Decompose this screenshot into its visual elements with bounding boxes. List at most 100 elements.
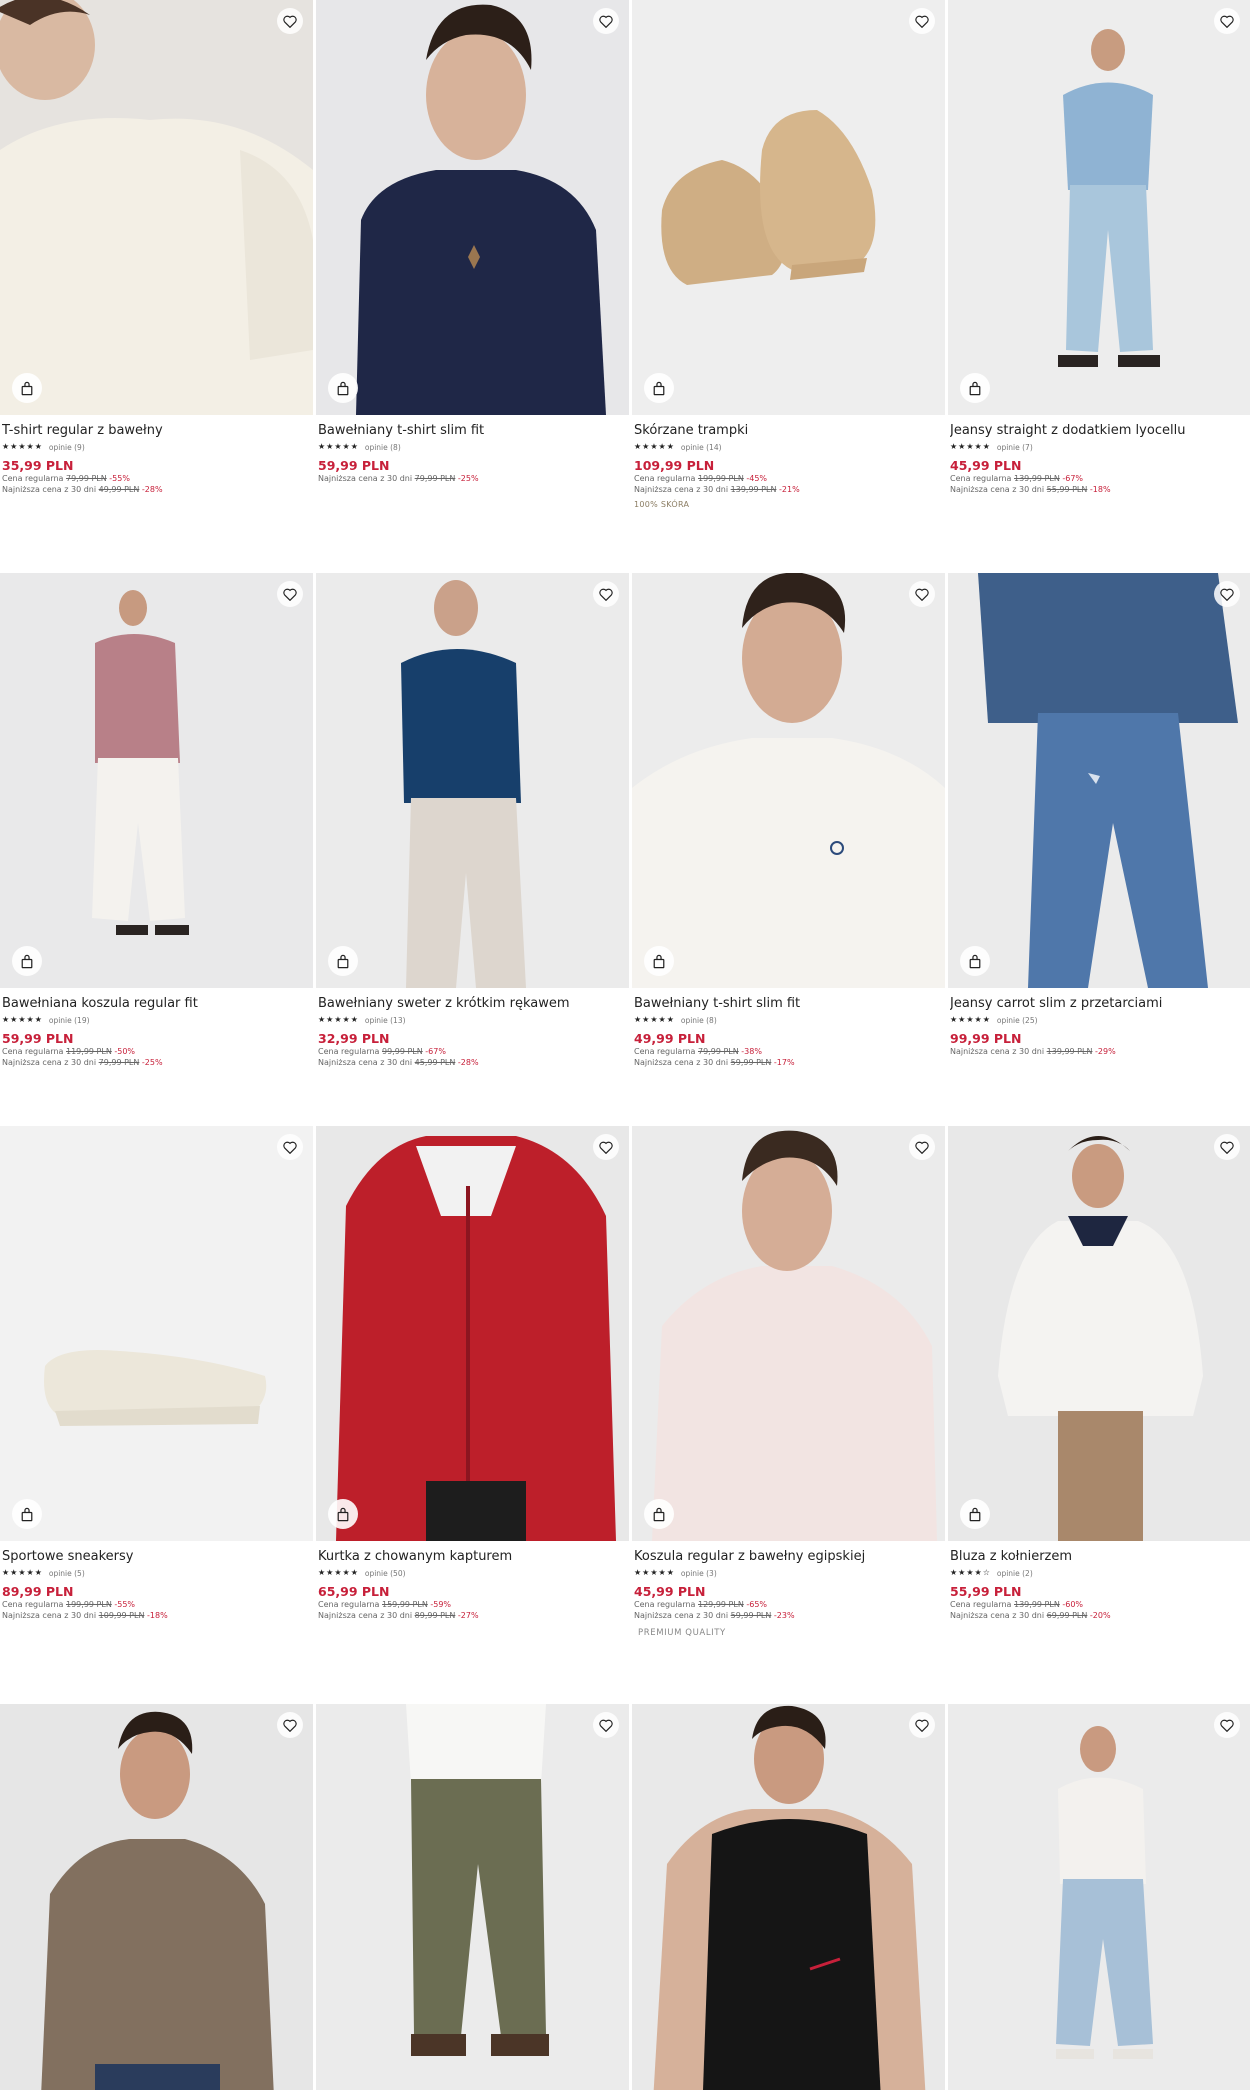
product-image[interactable] <box>948 573 1250 988</box>
product-image[interactable] <box>316 573 629 988</box>
heart-icon[interactable] <box>1214 1712 1240 1738</box>
shopping-bag-icon[interactable] <box>328 946 358 976</box>
review-count[interactable]: opinie (8) <box>681 1016 717 1025</box>
regular-price-line: Cena regularna 79,99 PLN -38% <box>634 1047 762 1056</box>
product-photo <box>316 1704 629 2090</box>
review-count[interactable]: opinie (25) <box>997 1016 1038 1025</box>
product-price: 99,99 PLN <box>950 1031 1022 1046</box>
regular-price-line: Cena regularna 139,99 PLN -67% <box>950 474 1084 483</box>
product-card[interactable]: Jeansy carrot slim z przetarciami ★★★★★ … <box>948 573 1250 1057</box>
product-image[interactable] <box>632 1704 945 2090</box>
product-image[interactable] <box>316 1704 629 2090</box>
heart-icon[interactable] <box>593 1712 619 1738</box>
product-card[interactable]: Jeansy straight z dodatkiem lyocellu ★★★… <box>948 0 1250 495</box>
product-name[interactable]: Bawełniany t-shirt slim fit <box>318 422 627 439</box>
heart-icon[interactable] <box>909 8 935 34</box>
heart-icon[interactable] <box>1214 581 1240 607</box>
product-card[interactable] <box>316 1704 629 2090</box>
lowest-price-line: Najniższa cena z 30 dni 55,99 PLN -18% <box>950 485 1111 494</box>
heart-icon[interactable] <box>1214 1134 1240 1160</box>
product-name[interactable]: Jeansy carrot slim z przetarciami <box>950 995 1248 1012</box>
review-count[interactable]: opinie (14) <box>681 443 722 452</box>
product-photo <box>948 0 1250 415</box>
rating-stars: ★★★★★ <box>634 1015 675 1024</box>
shopping-bag-icon[interactable] <box>328 1499 358 1529</box>
heart-icon[interactable] <box>593 581 619 607</box>
regular-price-line: Cena regularna 139,99 PLN -60% <box>950 1600 1084 1609</box>
review-count[interactable]: opinie (19) <box>49 1016 90 1025</box>
product-name[interactable]: Bawełniana koszula regular fit <box>2 995 311 1012</box>
product-image[interactable] <box>632 1126 945 1541</box>
heart-icon[interactable] <box>1214 8 1240 34</box>
heart-icon[interactable] <box>593 8 619 34</box>
product-card[interactable]: Sportowe sneakersy ★★★★★ opinie (5) 89,9… <box>0 1126 313 1621</box>
heart-icon[interactable] <box>277 581 303 607</box>
product-image[interactable] <box>948 1126 1250 1541</box>
heart-icon[interactable] <box>277 1134 303 1160</box>
product-card[interactable] <box>948 1704 1250 2090</box>
product-image[interactable] <box>0 1704 313 2090</box>
shopping-bag-icon[interactable] <box>960 946 990 976</box>
heart-icon[interactable] <box>909 1134 935 1160</box>
product-card[interactable]: Koszula regular z bawełny egipskiej ★★★★… <box>632 1126 945 1638</box>
heart-icon[interactable] <box>277 8 303 34</box>
product-card[interactable] <box>0 1704 313 2090</box>
shopping-bag-icon[interactable] <box>12 373 42 403</box>
rating-stars: ★★★★★ <box>2 442 43 451</box>
product-image[interactable] <box>948 0 1250 415</box>
product-image[interactable] <box>632 573 945 988</box>
product-card[interactable] <box>632 1704 945 2090</box>
product-card[interactable]: T-shirt regular z bawełny ★★★★★ opinie (… <box>0 0 313 495</box>
shopping-bag-icon[interactable] <box>960 1499 990 1529</box>
shopping-bag-icon[interactable] <box>644 1499 674 1529</box>
review-count[interactable]: opinie (7) <box>997 443 1033 452</box>
product-image[interactable] <box>316 0 629 415</box>
product-image[interactable] <box>948 1704 1250 2090</box>
rating-stars: ★★★★★ <box>2 1015 43 1024</box>
lowest-price-line: Najniższa cena z 30 dni 89,99 PLN -27% <box>318 1611 479 1620</box>
review-count[interactable]: opinie (13) <box>365 1016 406 1025</box>
product-image[interactable] <box>0 573 313 988</box>
product-name[interactable]: Jeansy straight z dodatkiem lyocellu <box>950 422 1248 439</box>
lowest-price-line: Najniższa cena z 30 dni 45,99 PLN -28% <box>318 1058 479 1067</box>
product-image[interactable] <box>0 1126 313 1541</box>
product-photo <box>316 573 629 988</box>
product-card[interactable]: Bluza z kołnierzem ★★★★☆ opinie (2) 55,9… <box>948 1126 1250 1621</box>
product-name[interactable]: Bawełniany sweter z krótkim rękawem <box>318 995 627 1012</box>
shopping-bag-icon[interactable] <box>12 946 42 976</box>
shopping-bag-icon[interactable] <box>960 373 990 403</box>
product-name[interactable]: Skórzane trampki <box>634 422 943 439</box>
regular-price-line: Cena regularna 199,99 PLN -45% <box>634 474 768 483</box>
shopping-bag-icon[interactable] <box>644 946 674 976</box>
product-name[interactable]: Koszula regular z bawełny egipskiej <box>634 1548 943 1565</box>
product-card[interactable]: Skórzane trampki ★★★★★ opinie (14) 109,9… <box>632 0 945 509</box>
shopping-bag-icon[interactable] <box>644 373 674 403</box>
heart-icon[interactable] <box>277 1712 303 1738</box>
heart-icon[interactable] <box>909 1712 935 1738</box>
lowest-price-line: Najniższa cena z 30 dni 59,99 PLN -17% <box>634 1058 795 1067</box>
rating-stars: ★★★★☆ <box>950 1568 991 1577</box>
review-count[interactable]: opinie (3) <box>681 1569 717 1578</box>
product-name[interactable]: Bawełniany t-shirt slim fit <box>634 995 943 1012</box>
product-card[interactable]: Bawełniany t-shirt slim fit ★★★★★ opinie… <box>316 0 629 484</box>
product-card[interactable]: Bawełniany sweter z krótkim rękawem ★★★★… <box>316 573 629 1068</box>
product-image[interactable] <box>0 0 313 415</box>
product-image[interactable] <box>316 1126 629 1541</box>
review-count[interactable]: opinie (9) <box>49 443 85 452</box>
product-image[interactable] <box>632 0 945 415</box>
review-count[interactable]: opinie (50) <box>365 1569 406 1578</box>
shopping-bag-icon[interactable] <box>12 1499 42 1529</box>
review-count[interactable]: opinie (5) <box>49 1569 85 1578</box>
review-count[interactable]: opinie (2) <box>997 1569 1033 1578</box>
product-card[interactable]: Kurtka z chowanym kapturem ★★★★★ opinie … <box>316 1126 629 1621</box>
review-count[interactable]: opinie (8) <box>365 443 401 452</box>
product-name[interactable]: Sportowe sneakersy <box>2 1548 311 1565</box>
product-name[interactable]: Bluza z kołnierzem <box>950 1548 1248 1565</box>
product-card[interactable]: Bawełniany t-shirt slim fit ★★★★★ opinie… <box>632 573 945 1068</box>
product-card[interactable]: Bawełniana koszula regular fit ★★★★★ opi… <box>0 573 313 1068</box>
shopping-bag-icon[interactable] <box>328 373 358 403</box>
heart-icon[interactable] <box>909 581 935 607</box>
product-name[interactable]: T-shirt regular z bawełny <box>2 422 311 439</box>
heart-icon[interactable] <box>593 1134 619 1160</box>
product-name[interactable]: Kurtka z chowanym kapturem <box>318 1548 627 1565</box>
